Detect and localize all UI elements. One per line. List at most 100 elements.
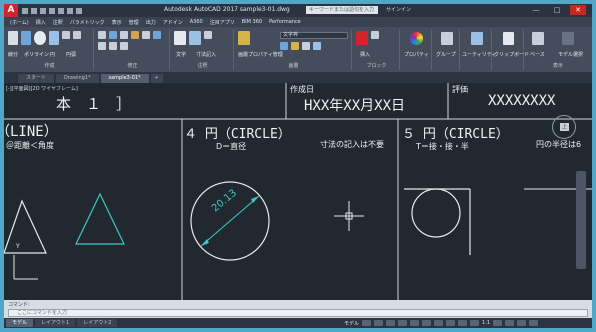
tab-a360[interactable]: A360 — [190, 19, 203, 25]
layer-lock-icon[interactable] — [302, 42, 310, 50]
osnap-icon[interactable] — [410, 320, 420, 326]
line-icon[interactable] — [8, 31, 18, 45]
utilities-icon[interactable] — [471, 32, 483, 45]
tab-drawing1[interactable]: Drawing1* — [56, 74, 99, 83]
select-mode-icon[interactable] — [562, 32, 574, 45]
sign-in-button[interactable]: サインイン — [386, 6, 411, 13]
move-icon[interactable] — [98, 31, 106, 39]
layers-group-label[interactable]: 画層 — [236, 62, 351, 69]
layer-properties-icon[interactable] — [238, 31, 250, 45]
plot-icon[interactable] — [58, 7, 64, 14]
navigation-bar[interactable] — [576, 171, 586, 269]
layer-combo[interactable]: 文字枠 — [280, 32, 348, 39]
layer-on-icon[interactable] — [280, 42, 288, 50]
copy-icon[interactable] — [131, 31, 139, 39]
tab-annotate[interactable]: 注釈 — [53, 19, 63, 26]
scale-icon[interactable] — [109, 42, 117, 50]
annotation-scale[interactable]: 1:1 — [482, 320, 490, 326]
hatch-icon[interactable] — [73, 31, 81, 39]
annotation-visibility-icon[interactable] — [470, 320, 480, 326]
rectangle-icon[interactable] — [62, 31, 70, 39]
redo-icon[interactable] — [76, 7, 82, 14]
search-input[interactable]: キーワードまたは語句を入力 — [306, 6, 378, 14]
drawing-area[interactable]: [-][平面図][2D ワイヤフレーム] 本 １ ］ 作成日 HXX年XX月XX… — [4, 83, 592, 300]
otrack-icon[interactable] — [422, 320, 432, 326]
tab-featured-apps[interactable]: 注目アプリ — [210, 19, 235, 26]
model-space-button[interactable]: モデル — [344, 320, 359, 327]
fillet-icon[interactable] — [153, 31, 161, 39]
tab-addins[interactable]: アドイン — [163, 19, 183, 26]
modify-group-label[interactable]: 修正 — [96, 62, 169, 69]
close-button[interactable]: ✕ — [570, 5, 586, 15]
isolate-objects-icon[interactable] — [505, 320, 515, 326]
dimension-icon[interactable] — [189, 31, 201, 45]
clipboard-icon[interactable] — [503, 32, 514, 45]
tab-performance[interactable]: Performance — [269, 19, 301, 25]
workspace-icon[interactable] — [493, 320, 503, 326]
new-tab-button[interactable]: + — [150, 74, 163, 83]
tab-sample3-01[interactable]: sample3-01* — [100, 74, 149, 83]
properties-tool-label[interactable]: プロパティ — [404, 51, 429, 58]
tab-parametric[interactable]: パラメトリック — [70, 19, 105, 26]
circle-icon[interactable] — [34, 31, 46, 45]
tab-start[interactable]: スタート — [18, 74, 55, 83]
text-icon[interactable] — [174, 31, 186, 45]
undo-icon[interactable] — [67, 7, 73, 14]
selection-cycling-icon[interactable] — [458, 320, 468, 326]
save-icon[interactable] — [40, 7, 46, 14]
tab-layout2[interactable]: レイアウト2 — [77, 319, 118, 327]
tab-view[interactable]: 表示 — [112, 19, 122, 26]
transparency-icon[interactable] — [446, 320, 456, 326]
snap-icon[interactable] — [374, 320, 384, 326]
triangle-white[interactable] — [4, 199, 47, 254]
base-tool-label[interactable]: ベース — [530, 51, 545, 58]
create-block-icon[interactable] — [371, 31, 379, 39]
polyline-icon[interactable] — [21, 31, 31, 45]
customize-icon[interactable] — [529, 320, 539, 326]
app-menu-button[interactable]: A — [4, 4, 18, 17]
tab-bim360[interactable]: BIM 360 — [242, 19, 262, 25]
viewport-controls[interactable]: [-][平面図][2D ワイヤフレーム] — [6, 85, 78, 92]
tab-insert[interactable]: 挿入 — [36, 19, 46, 26]
clipboard-tool-label[interactable]: クリップボード — [494, 51, 529, 58]
new-file-icon[interactable] — [22, 7, 28, 14]
tab-layout1[interactable]: レイアウト1 — [35, 319, 76, 327]
minimize-button[interactable]: — — [528, 5, 544, 15]
viewcube[interactable]: 上 — [552, 115, 576, 139]
draw-group-label[interactable]: 作成 — [6, 62, 93, 69]
block-group-label[interactable]: ブロック — [354, 62, 399, 69]
save-as-icon[interactable] — [49, 7, 55, 14]
layer-freeze-icon[interactable] — [291, 42, 299, 50]
open-file-icon[interactable] — [31, 7, 37, 14]
tab-output[interactable]: 出力 — [146, 19, 156, 26]
tab-home[interactable]: (ホーム) — [10, 19, 29, 26]
arc-icon[interactable] — [49, 31, 59, 45]
stretch-icon[interactable] — [98, 42, 106, 50]
polar-icon[interactable] — [398, 320, 408, 326]
circle-tangent[interactable] — [411, 188, 461, 238]
viewcube-top-face[interactable]: 上 — [560, 123, 569, 131]
rotate-icon[interactable] — [109, 31, 117, 39]
table-icon[interactable] — [204, 31, 212, 39]
insert-block-icon[interactable] — [356, 31, 368, 45]
view-group-label[interactable]: 表示 — [526, 62, 590, 69]
select-tool-label[interactable]: モデル選択 — [558, 51, 583, 58]
lineweight-icon[interactable] — [434, 320, 444, 326]
group-tool-label[interactable]: グループ — [436, 51, 456, 58]
tab-model[interactable]: モデル — [6, 319, 34, 327]
group-icon[interactable] — [441, 32, 453, 45]
mirror-icon[interactable] — [142, 31, 150, 39]
tab-manage[interactable]: 管理 — [129, 19, 139, 26]
triangle-cyan[interactable] — [75, 192, 125, 245]
command-input[interactable]: ここにコマンドを入力 — [8, 309, 588, 317]
properties-icon[interactable] — [410, 32, 423, 45]
annotation-group-label[interactable]: 注釈 — [172, 62, 233, 69]
grid-icon[interactable] — [362, 320, 372, 326]
array-icon[interactable] — [120, 42, 128, 50]
layer-match-icon[interactable] — [313, 42, 321, 50]
base-view-icon[interactable] — [532, 32, 544, 45]
utilities-tool-label[interactable]: ユーティリティ — [462, 51, 496, 58]
trim-icon[interactable] — [120, 31, 128, 39]
fullscreen-icon[interactable] — [517, 320, 527, 326]
maximize-button[interactable]: □ — [549, 5, 565, 15]
